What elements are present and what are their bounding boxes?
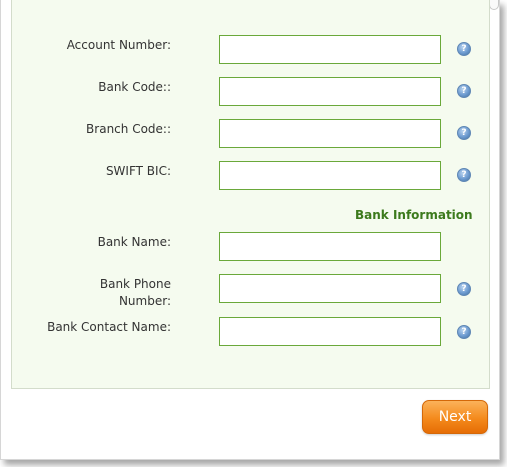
bank-contact-name-label: Bank Contact Name: <box>47 320 171 334</box>
help-icon[interactable]: ? <box>457 282 471 296</box>
swift-bic-field[interactable] <box>219 161 441 190</box>
account-number-label: Account Number: <box>66 38 171 52</box>
help-icon[interactable]: ? <box>457 126 471 140</box>
help-icon[interactable]: ? <box>457 168 471 182</box>
bank-phone-number-label: Bank Phone Number: <box>99 277 171 308</box>
branch-code-label: Branch Code:: <box>86 122 171 136</box>
scrollbar-stub[interactable] <box>489 0 499 10</box>
swift-bic-label: SWIFT BIC: <box>105 164 171 178</box>
next-button[interactable]: Next <box>422 400 488 434</box>
help-icon[interactable]: ? <box>457 42 471 56</box>
form-panel: Account Number: ? Bank Code:: ? Branch C… <box>11 0 490 389</box>
bank-phone-number-field[interactable] <box>219 274 441 303</box>
bank-information-heading: Bank Information <box>355 208 473 222</box>
help-icon[interactable]: ? <box>457 84 471 98</box>
bank-name-label: Bank Name: <box>97 235 171 249</box>
account-number-field[interactable] <box>219 35 441 64</box>
bank-code-field[interactable] <box>219 77 441 106</box>
branch-code-field[interactable] <box>219 119 441 148</box>
bank-code-label: Bank Code:: <box>98 80 171 94</box>
bank-contact-name-field[interactable] <box>219 317 441 346</box>
help-icon[interactable]: ? <box>457 325 471 339</box>
bank-name-field[interactable] <box>219 232 441 261</box>
form-window: Account Number: ? Bank Code:: ? Branch C… <box>0 0 500 460</box>
